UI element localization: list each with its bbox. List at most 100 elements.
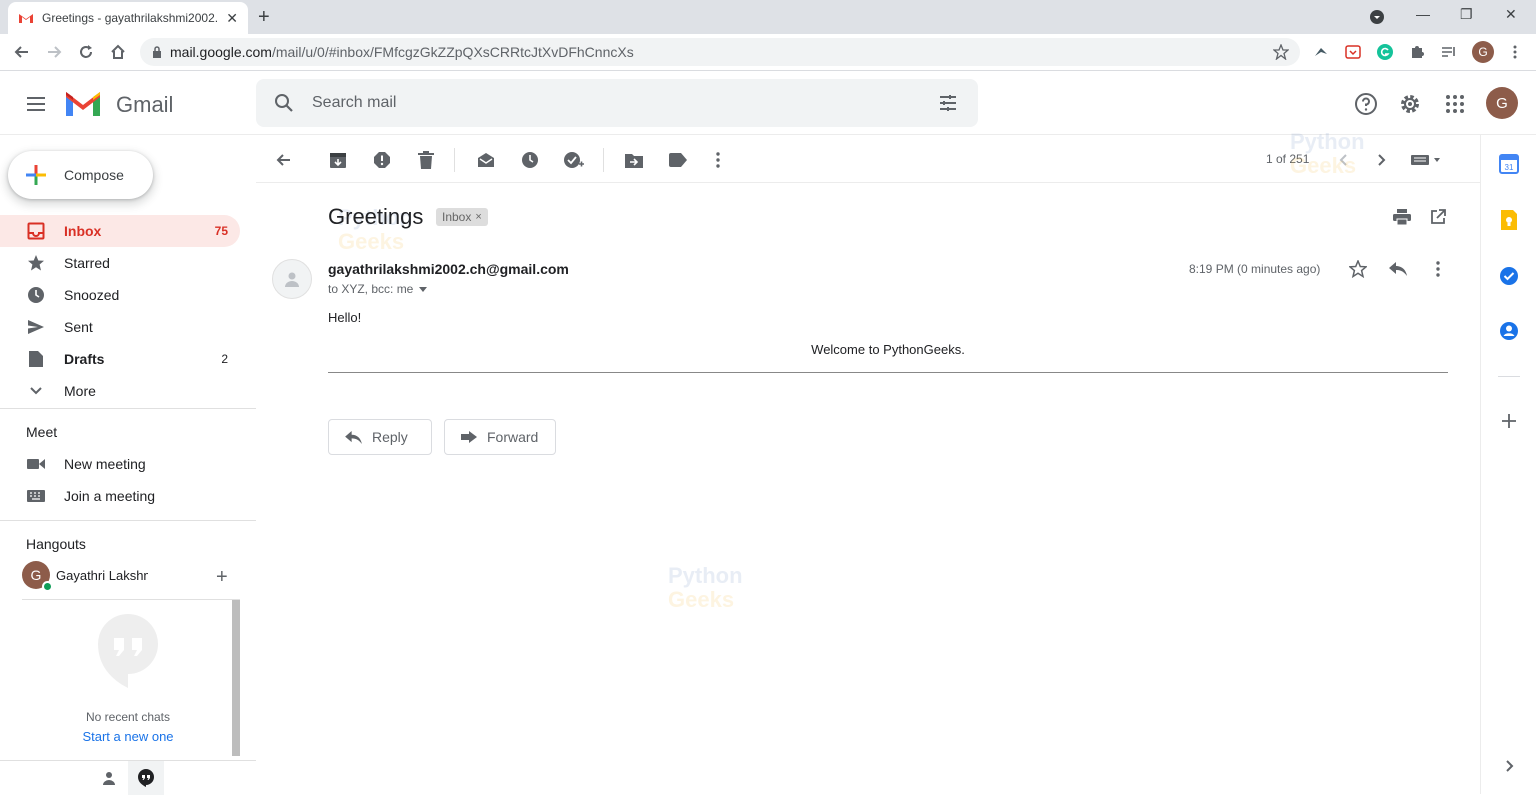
search-options-icon[interactable] [938,93,958,113]
keep-notes-icon[interactable] [1499,210,1519,230]
older-chevron-right-icon[interactable] [1371,149,1393,171]
restore-button[interactable]: ❐ [1460,6,1473,23]
contacts-icon[interactable] [1499,321,1519,341]
account-avatar[interactable]: G [1486,87,1518,119]
snooze-clock-icon[interactable] [519,149,541,171]
new-tab-button[interactable]: + [258,6,270,29]
forward-button[interactable]: Forward [444,419,556,455]
browser-tab-strip: Greetings - gayathrilakshmi2002. ✕ + — ❐… [0,0,1536,34]
tasks-icon[interactable] [1499,266,1519,286]
sidebar-item-drafts[interactable]: Drafts 2 [0,343,240,375]
message-more-options-icon[interactable] [1427,258,1449,280]
move-to-folder-icon[interactable] [623,149,645,171]
profile-menu-icon[interactable] [1369,9,1385,25]
join-meeting-item[interactable]: Join a meeting [0,480,240,512]
more-options-icon[interactable] [707,149,729,171]
sidebar-item-inbox[interactable]: Inbox 75 [0,215,240,247]
contacts-person-icon[interactable] [102,771,116,785]
meet-item-label: New meeting [64,456,146,472]
calendar-day-glyph: 31 [1505,163,1514,172]
avatar: G [22,561,53,592]
window-close-button[interactable]: ✕ [1505,6,1517,23]
reload-icon[interactable] [76,42,96,62]
start-new-chat-link[interactable]: Start a new one [0,729,256,744]
remove-label-button[interactable]: × [475,211,481,223]
forward-arrow-icon [461,431,477,443]
search-bar[interactable] [256,79,978,127]
sidebar-item-starred[interactable]: Starred [0,247,240,279]
add-to-tasks-icon[interactable] [563,149,585,171]
star-outline-icon[interactable] [1347,258,1369,280]
recipients-line[interactable]: to XYZ, bcc: me [328,282,428,296]
hangouts-icon [138,769,154,787]
reply-button[interactable]: Reply [328,419,432,455]
back-arrow-icon[interactable] [12,42,32,62]
send-icon [26,317,46,337]
sidebar-item-label: Snoozed [64,287,120,303]
settings-gear-icon[interactable] [1398,92,1422,116]
plus-icon [26,165,46,185]
bookmark-star-icon[interactable] [1272,43,1290,61]
caret-down-icon[interactable] [419,286,428,292]
browser-profile-avatar[interactable]: G [1472,41,1494,63]
label-tag-icon[interactable] [667,149,689,171]
reply-arrow-icon[interactable] [1387,258,1409,280]
hangouts-tab[interactable] [128,761,164,795]
address-bar[interactable]: mail.google.com/mail/u/0/#inbox/FMfcgzGk… [140,38,1300,66]
mark-unread-icon[interactable] [475,149,497,171]
delete-trash-icon[interactable] [415,149,437,171]
tab-close-button[interactable]: ✕ [226,10,238,27]
extension-bird-icon[interactable] [1312,43,1330,61]
show-side-panel-chevron-icon[interactable] [1499,756,1519,776]
lock-icon [153,46,161,58]
browser-menu-icon[interactable] [1506,43,1524,61]
compose-button[interactable]: Compose [8,151,153,199]
apps-grid-icon[interactable] [1443,92,1467,116]
main-menu-icon[interactable] [24,92,48,116]
gmail-logo-icon[interactable] [64,88,102,118]
sidebar-item-sent[interactable]: Sent [0,311,240,343]
browser-tab[interactable]: Greetings - gayathrilakshmi2002. ✕ [8,2,248,34]
search-icon[interactable] [274,93,294,113]
report-spam-icon[interactable] [371,149,393,171]
grammarly-icon[interactable] [1376,43,1394,61]
side-panel-divider [1498,376,1520,377]
draft-count: 2 [221,352,228,366]
sidebar-item-snoozed[interactable]: Snoozed [0,279,240,311]
new-meeting-item[interactable]: New meeting [0,448,240,480]
gmail-wordmark: Gmail [116,92,174,117]
calendar-icon[interactable]: 31 [1499,154,1519,174]
home-icon[interactable] [108,42,128,62]
sender-email[interactable]: gayathrilakshmi2002.ch@gmail.com [328,261,569,277]
get-addons-plus-icon[interactable] [1499,411,1519,431]
sender-avatar[interactable] [272,259,312,299]
extensions-puzzle-icon[interactable] [1408,43,1426,61]
input-tools-keyboard-icon[interactable] [1408,149,1444,171]
add-contact-button[interactable]: + [216,566,228,589]
sidebar-item-more[interactable]: More [0,375,240,407]
forward-arrow-icon[interactable] [44,42,64,62]
side-panel [1480,135,1536,794]
message-subject: Greetings [328,204,424,229]
message-body-line: Hello! [328,310,362,325]
gmail-favicon-icon [19,14,33,23]
chevron-down-icon [26,381,46,401]
meet-item-label: Join a meeting [64,488,156,504]
open-in-new-window-icon[interactable] [1427,206,1449,228]
hangouts-user-name: Gayathri Lakshmi [56,567,148,583]
print-icon[interactable] [1391,206,1413,228]
minimize-button[interactable]: — [1416,6,1430,22]
no-chats-text: No recent chats [85,710,171,724]
archive-icon[interactable] [327,149,349,171]
hangouts-section-title: Hangouts [26,536,86,552]
reading-list-icon[interactable] [1440,43,1458,61]
pocket-icon[interactable] [1344,43,1362,61]
draft-icon [26,349,46,369]
meet-section-title: Meet [26,424,58,440]
help-icon[interactable] [1354,92,1378,116]
hangouts-bottom-tabs [0,760,256,795]
inbox-label-chip[interactable]: Inbox × [436,208,488,226]
back-to-inbox-icon[interactable] [272,149,294,171]
inbox-icon [26,221,46,241]
search-input[interactable] [312,91,912,115]
